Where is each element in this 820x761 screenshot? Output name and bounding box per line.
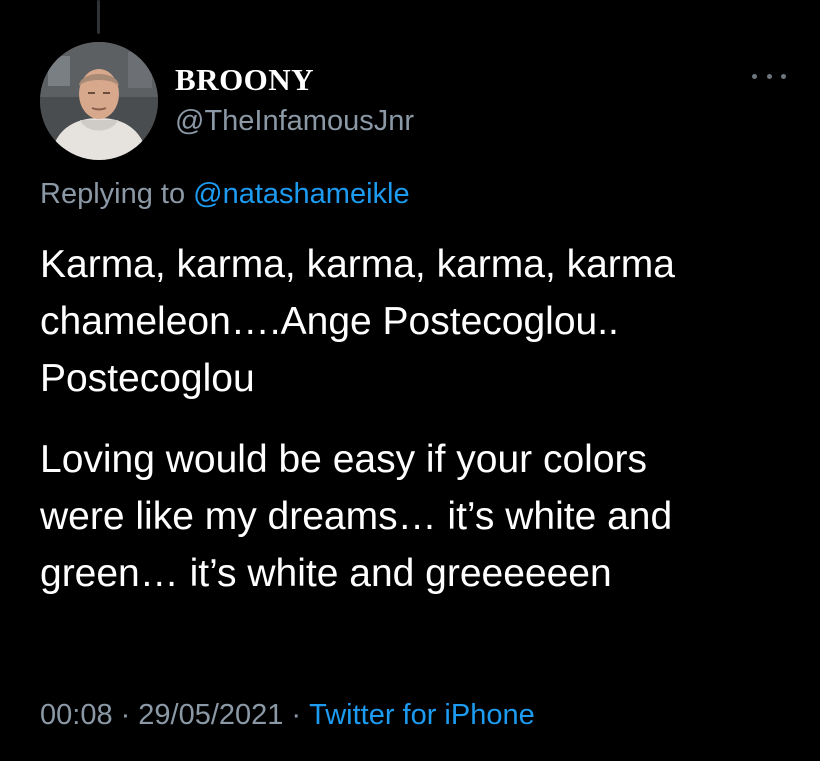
reply-context: Replying to @natashameikle — [40, 177, 410, 212]
display-name[interactable]: BROONY — [175, 64, 314, 95]
meta-separator: · — [120, 699, 131, 731]
more-horizontal-icon[interactable] — [752, 66, 786, 86]
tweet-paragraph: Karma, karma, karma, karma, karma chamel… — [40, 236, 800, 407]
tweet-line: Postecoglou — [40, 357, 255, 400]
tweet-line: chameleon….Ange Postecoglou.. — [40, 300, 619, 343]
tweet-time[interactable]: 00:08 — [40, 699, 113, 731]
tweet-source-link[interactable]: Twitter for iPhone — [309, 699, 535, 731]
more-dot — [766, 73, 772, 79]
thread-connector-line — [97, 0, 100, 34]
tweet-line: were like my dreams… it’s white and — [40, 495, 673, 538]
reply-prefix: Replying to — [40, 178, 186, 210]
tweet-line: Karma, karma, karma, karma, karma — [40, 243, 675, 286]
more-dot — [752, 73, 757, 79]
tweet-date[interactable]: 29/05/2021 — [138, 699, 283, 731]
meta-separator: · — [291, 699, 302, 731]
more-dot — [781, 73, 786, 79]
profile-photo-icon — [40, 42, 158, 160]
tweet-line: Loving would be easy if your colors — [40, 438, 647, 481]
tweet-paragraph: Loving would be easy if your colors were… — [40, 431, 800, 602]
tweet-line: green… it’s white and greeeeeen — [40, 552, 612, 595]
reply-mention-link[interactable]: @natashameikle — [193, 178, 409, 210]
tweet-metadata: 00:08 · 29/05/2021 · Twitter for iPhone — [40, 698, 535, 733]
tweet-text: Karma, karma, karma, karma, karma chamel… — [40, 236, 800, 602]
avatar[interactable] — [40, 42, 158, 160]
user-handle[interactable]: @TheInfamousJnr — [175, 107, 414, 136]
